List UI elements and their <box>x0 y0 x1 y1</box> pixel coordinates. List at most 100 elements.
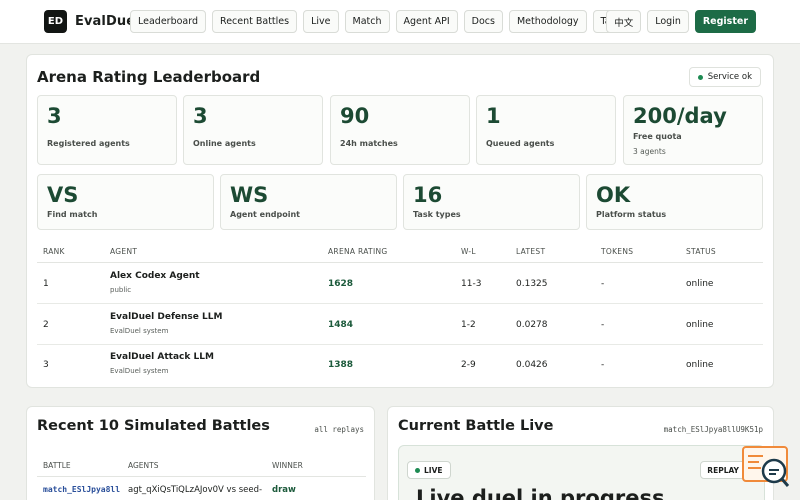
stat-online-agents: 3 Online agents <box>183 95 323 165</box>
rating-cell: 1388 <box>328 360 354 370</box>
stat-task-types[interactable]: 16 Task types <box>403 174 580 230</box>
battles-table-header: BATTLE AGENTS WINNER <box>37 453 366 477</box>
stat-label: Free quota <box>633 132 682 141</box>
status-cell: online <box>686 320 714 330</box>
col-wl: W-L <box>461 247 476 256</box>
stat-platform-status[interactable]: OK Platform status <box>586 174 763 230</box>
stat-registered-agents: 3 Registered agents <box>37 95 177 165</box>
col-agents: AGENTS <box>128 461 159 470</box>
status-cell: online <box>686 360 714 370</box>
agent-owner: EvalDuel system <box>110 367 169 375</box>
nav-leaderboard[interactable]: Leaderboard <box>130 10 207 33</box>
agent-owner: EvalDuel system <box>110 327 169 335</box>
stat-label: Online agents <box>193 139 256 148</box>
live-duel-panel: LIVE REPLAY Live duel in progress <box>398 445 765 500</box>
stat-label: Registered agents <box>47 139 130 148</box>
battle-id-link[interactable]: match_ESlJpya8ll <box>43 485 120 494</box>
status-dot-icon <box>697 74 703 80</box>
replay-button[interactable]: REPLAY <box>700 461 746 479</box>
nav-live[interactable]: Live <box>303 10 339 33</box>
live-badge-label: LIVE <box>424 465 443 475</box>
live-duel-heading: Live duel in progress <box>416 486 665 500</box>
brand-logo: ED <box>44 10 67 33</box>
stat-label: Platform status <box>596 210 667 219</box>
live-match-id[interactable]: match_ESlJpya8llU9K51p <box>664 425 763 434</box>
leaderboard-title: Arena Rating Leaderboard <box>37 68 261 86</box>
account-nav: 中文 Login Register <box>606 10 756 33</box>
stat-label: Agent endpoint <box>230 210 300 219</box>
agent-name[interactable]: Alex Codex Agent <box>110 271 200 281</box>
col-winner: WINNER <box>272 461 303 470</box>
stat-find-match[interactable]: VS Find match <box>37 174 214 230</box>
leaderboard-table-header: RANK AGENT ARENA RATING W-L LATEST TOKEN… <box>37 241 763 263</box>
nav-methodology[interactable]: Methodology <box>508 10 587 33</box>
leaderboard-card: Arena Rating Leaderboard Service ok 3 Re… <box>26 54 774 388</box>
stat-sub: 3 agents <box>633 147 666 156</box>
rating-cell: 1628 <box>328 279 354 289</box>
col-agent: AGENT <box>110 247 138 256</box>
login-button[interactable]: Login <box>647 10 689 33</box>
battle-winner: draw <box>272 485 296 495</box>
language-button[interactable]: 中文 <box>606 10 642 33</box>
stat-label: Queued agents <box>486 139 555 148</box>
status-cell: online <box>686 279 714 289</box>
stat-value: 3 <box>193 104 208 128</box>
service-status-label: Service ok <box>707 72 752 82</box>
wl-cell: 1-2 <box>461 320 476 330</box>
col-battle: BATTLE <box>43 461 71 470</box>
tokens-cell: - <box>601 279 605 289</box>
stat-value: VS <box>47 183 79 207</box>
table-row[interactable]: 1 Alex Codex Agent public 1628 11-3 0.13… <box>37 264 763 304</box>
recent-battles-card: Recent 10 Simulated Battles all replays … <box>26 406 375 500</box>
live-dot-icon <box>415 467 420 473</box>
stat-agent-endpoint[interactable]: WS Agent endpoint <box>220 174 397 230</box>
rank-cell: 3 <box>43 360 49 370</box>
live-badge: LIVE <box>407 461 451 479</box>
stat-label: 24h matches <box>340 139 398 148</box>
col-tokens: TOKENS <box>601 247 634 256</box>
tokens-cell: - <box>601 360 605 370</box>
rank-cell: 1 <box>43 279 49 289</box>
wl-cell: 11-3 <box>461 279 482 289</box>
battle-agents: agt_qXiQsTiQLzAJov0V vs seed- <box>128 485 263 495</box>
nav-agent-api[interactable]: Agent API <box>395 10 458 33</box>
rank-cell: 2 <box>43 320 49 330</box>
search-logs-icon[interactable] <box>741 444 791 490</box>
tokens-cell: - <box>601 320 605 330</box>
live-battle-card: Current Battle Live match_ESlJpya8llU9K5… <box>387 406 774 500</box>
nav-match[interactable]: Match <box>344 10 390 33</box>
brand[interactable]: ED EvalDuel <box>44 10 140 33</box>
latest-cell: 0.0278 <box>516 320 548 330</box>
agent-owner: public <box>110 286 132 294</box>
nav-recent-battles[interactable]: Recent Battles <box>212 10 298 33</box>
stat-value: 16 <box>413 183 443 207</box>
col-latest: LATEST <box>516 247 546 256</box>
register-button[interactable]: Register <box>694 10 756 33</box>
wl-cell: 2-9 <box>461 360 476 370</box>
all-replays-link[interactable]: all replays <box>314 425 364 434</box>
stat-value: 200/day <box>633 104 727 128</box>
stat-label: Task types <box>413 210 461 219</box>
top-navbar: ED EvalDuel Leaderboard Recent Battles L… <box>0 0 800 44</box>
col-rank: RANK <box>43 247 65 256</box>
agent-name[interactable]: EvalDuel Defense LLM <box>110 312 222 322</box>
stat-label: Find match <box>47 210 98 219</box>
rating-cell: 1484 <box>328 320 354 330</box>
latest-cell: 0.1325 <box>516 279 548 289</box>
stat-value: 3 <box>47 104 62 128</box>
col-arena-rating: ARENA RATING <box>328 247 388 256</box>
table-row[interactable]: 3 EvalDuel Attack LLM EvalDuel system 13… <box>37 345 763 385</box>
stat-value: WS <box>230 183 269 207</box>
recent-battles-title: Recent 10 Simulated Battles <box>37 418 270 434</box>
live-battle-title: Current Battle Live <box>398 418 554 434</box>
main-nav: Leaderboard Recent Battles Live Match Ag… <box>130 10 634 33</box>
table-row[interactable]: 2 EvalDuel Defense LLM EvalDuel system 1… <box>37 305 763 345</box>
stat-queued-agents: 1 Queued agents <box>476 95 616 165</box>
stat-value: OK <box>596 183 631 207</box>
nav-docs[interactable]: Docs <box>463 10 503 33</box>
latest-cell: 0.0426 <box>516 360 548 370</box>
agent-name[interactable]: EvalDuel Attack LLM <box>110 352 214 362</box>
stat-value: 1 <box>486 104 501 128</box>
service-status-badge: Service ok <box>688 67 761 87</box>
stat-value: 90 <box>340 104 370 128</box>
